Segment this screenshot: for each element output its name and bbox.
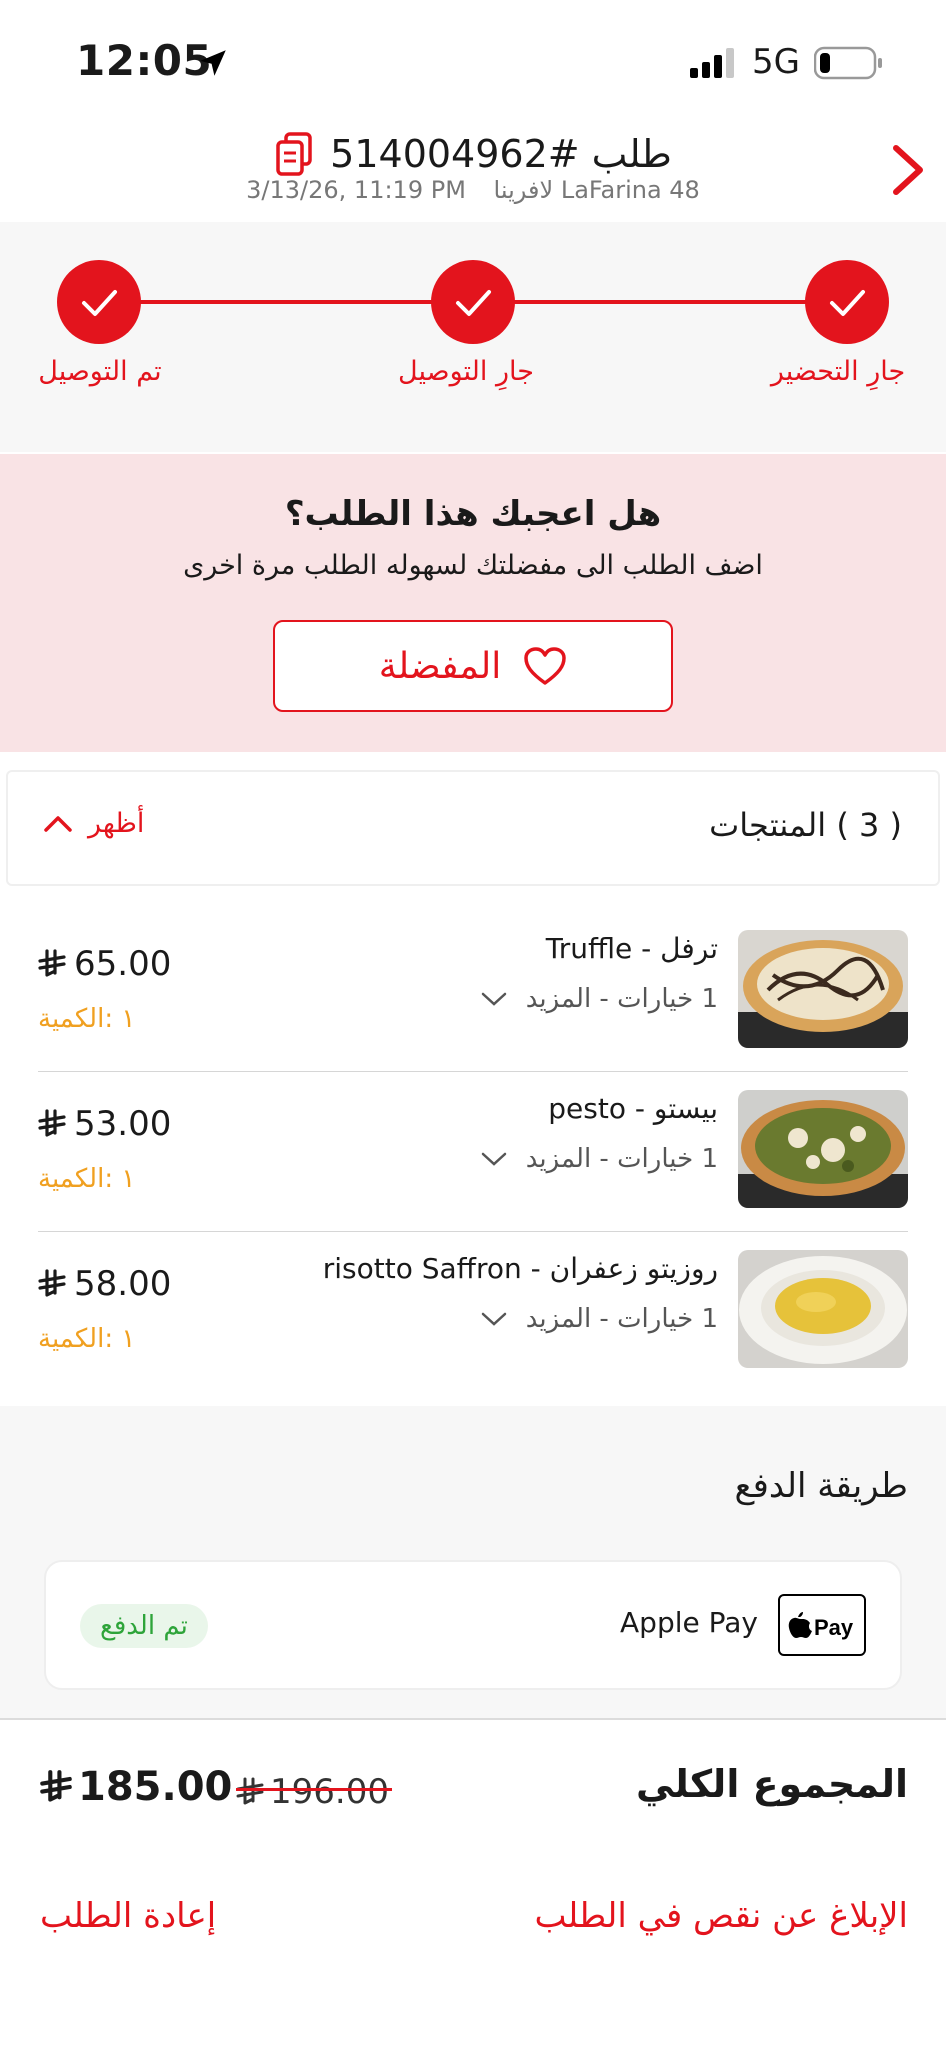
order-date: 3/13/26, 11:19 PM (246, 176, 466, 204)
product-name: روزيتو زعفران - risotto Saffron (322, 1252, 718, 1285)
payment-method: Apple Pay (620, 1606, 758, 1639)
product-options-toggle[interactable]: 1 خيارات - المزيد (480, 984, 718, 1014)
riyal-currency-icon (40, 1770, 72, 1802)
divider (0, 1718, 946, 1720)
product-price: 65.00 (38, 944, 171, 984)
chevron-down-icon (481, 1152, 507, 1166)
order-title-row: طلب #514004962 (0, 126, 946, 182)
product-options-toggle[interactable]: 1 خيارات - المزيد (480, 1304, 718, 1334)
order-title: طلب #514004962 (330, 132, 672, 176)
product-price: 53.00 (38, 1104, 171, 1144)
network-type: 5G (752, 42, 800, 82)
payment-status-badge: تم الدفع (80, 1604, 208, 1648)
product-name: بيستو - pesto (548, 1092, 718, 1125)
step-check-preparing (805, 260, 889, 344)
riyal-currency-icon (38, 1109, 66, 1137)
product-item[interactable]: بيستو - pesto 1 خيارات - المزيد 53.00 ١ … (38, 1066, 908, 1226)
checkmark-icon (456, 290, 491, 316)
riyal-currency-icon (236, 1777, 264, 1805)
product-price: 58.00 (38, 1264, 171, 1304)
product-options-label: 1 خيارات - المزيد (525, 984, 718, 1014)
heart-icon (524, 647, 566, 685)
chevron-right-icon[interactable] (888, 142, 928, 198)
favorite-promo: هل اعجبك هذا الطلب؟ اضف الطلب الى مفضلتك… (0, 454, 946, 752)
chevron-down-icon (481, 992, 507, 1006)
chevron-up-icon (44, 815, 72, 832)
total-amount-value: 185.00 (78, 1764, 233, 1810)
product-quantity: ١ :الكمية (38, 1164, 136, 1194)
payment-card: Pay Apple Pay تم الدفع (44, 1560, 902, 1690)
status-time: 12:05 (76, 36, 213, 85)
total-amount: 185.00 (40, 1764, 232, 1810)
status-bar: 12:05 5G (0, 0, 946, 110)
product-price-value: 58.00 (74, 1264, 172, 1304)
original-total-value: 196.00 (270, 1772, 389, 1812)
chevron-down-icon (481, 1312, 507, 1326)
total-label: المجموع الكلي (636, 1762, 908, 1806)
product-item[interactable]: ترفل - Truffle 1 خيارات - المزيد 65.00 ١… (38, 906, 908, 1066)
product-image-risotto (738, 1250, 908, 1368)
report-missing-items-link[interactable]: الإبلاغ عن نقص في الطلب (534, 1896, 908, 1936)
products-toggle-label: أظهر (88, 808, 145, 839)
favorite-button[interactable]: المفضلة (273, 620, 673, 712)
products-title: ( 3 ) المنتجات (709, 806, 902, 844)
original-total: 196.00 (236, 1772, 389, 1812)
strikethrough-line (236, 1788, 392, 1791)
checkmark-icon (82, 290, 117, 316)
payment-section: طريقة الدفع Pay Apple Pay تم الدفع (0, 1406, 946, 1718)
reorder-link[interactable]: إعادة الطلب (40, 1896, 216, 1936)
riyal-currency-icon (38, 1269, 66, 1297)
favorite-button-label: المفضلة (378, 645, 502, 687)
order-progress-tracker: تم التوصيل جارِ التوصيل جارِ التحضير (0, 222, 946, 452)
product-item[interactable]: روزيتو زعفران - risotto Saffron 1 خيارات… (38, 1226, 908, 1386)
checkmark-icon (830, 290, 865, 316)
product-options-label: 1 خيارات - المزيد (525, 1144, 718, 1174)
product-price-value: 65.00 (74, 944, 172, 984)
step-label-preparing: جارِ التحضير (770, 356, 906, 387)
apple-pay-logo-icon: Pay (778, 1594, 866, 1656)
cellular-signal-icon (690, 48, 734, 78)
store-name: لافرينا LaFarina 48 (493, 176, 700, 204)
svg-text:Pay: Pay (814, 1615, 854, 1640)
step-check-delivering (431, 260, 515, 344)
copy-icon[interactable] (274, 131, 314, 177)
product-options-label: 1 خيارات - المزيد (525, 1304, 718, 1334)
favorite-subtitle: اضف الطلب الى مفضلتك لسهوله الطلب مرة اخ… (183, 550, 763, 581)
progress-line (140, 300, 440, 304)
battery-icon (814, 46, 882, 80)
payment-title: طريقة الدفع (734, 1466, 908, 1506)
step-check-delivered (57, 260, 141, 344)
step-label-delivered: تم التوصيل (38, 356, 162, 387)
product-image-truffle (738, 930, 908, 1048)
product-options-toggle[interactable]: 1 خيارات - المزيد (480, 1144, 718, 1174)
product-name: ترفل - Truffle (545, 932, 718, 965)
product-image-pesto (738, 1090, 908, 1208)
step-label-delivering: جارِ التوصيل (398, 356, 534, 387)
order-meta: 3/13/26, 11:19 PM لافرينا LaFarina 48 (0, 176, 946, 204)
riyal-currency-icon (38, 949, 66, 977)
product-price-value: 53.00 (74, 1104, 172, 1144)
favorite-title: هل اعجبك هذا الطلب؟ (284, 494, 662, 534)
products-toggle-button[interactable]: أظهر (42, 808, 144, 839)
product-quantity: ١ :الكمية (38, 1324, 136, 1354)
products-header-card: ( 3 ) المنتجات أظهر (6, 770, 940, 886)
location-arrow-icon (200, 50, 226, 76)
progress-line (514, 300, 814, 304)
product-quantity: ١ :الكمية (38, 1004, 136, 1034)
order-header: طلب #514004962 3/13/26, 11:19 PM لافرينا… (0, 110, 946, 222)
